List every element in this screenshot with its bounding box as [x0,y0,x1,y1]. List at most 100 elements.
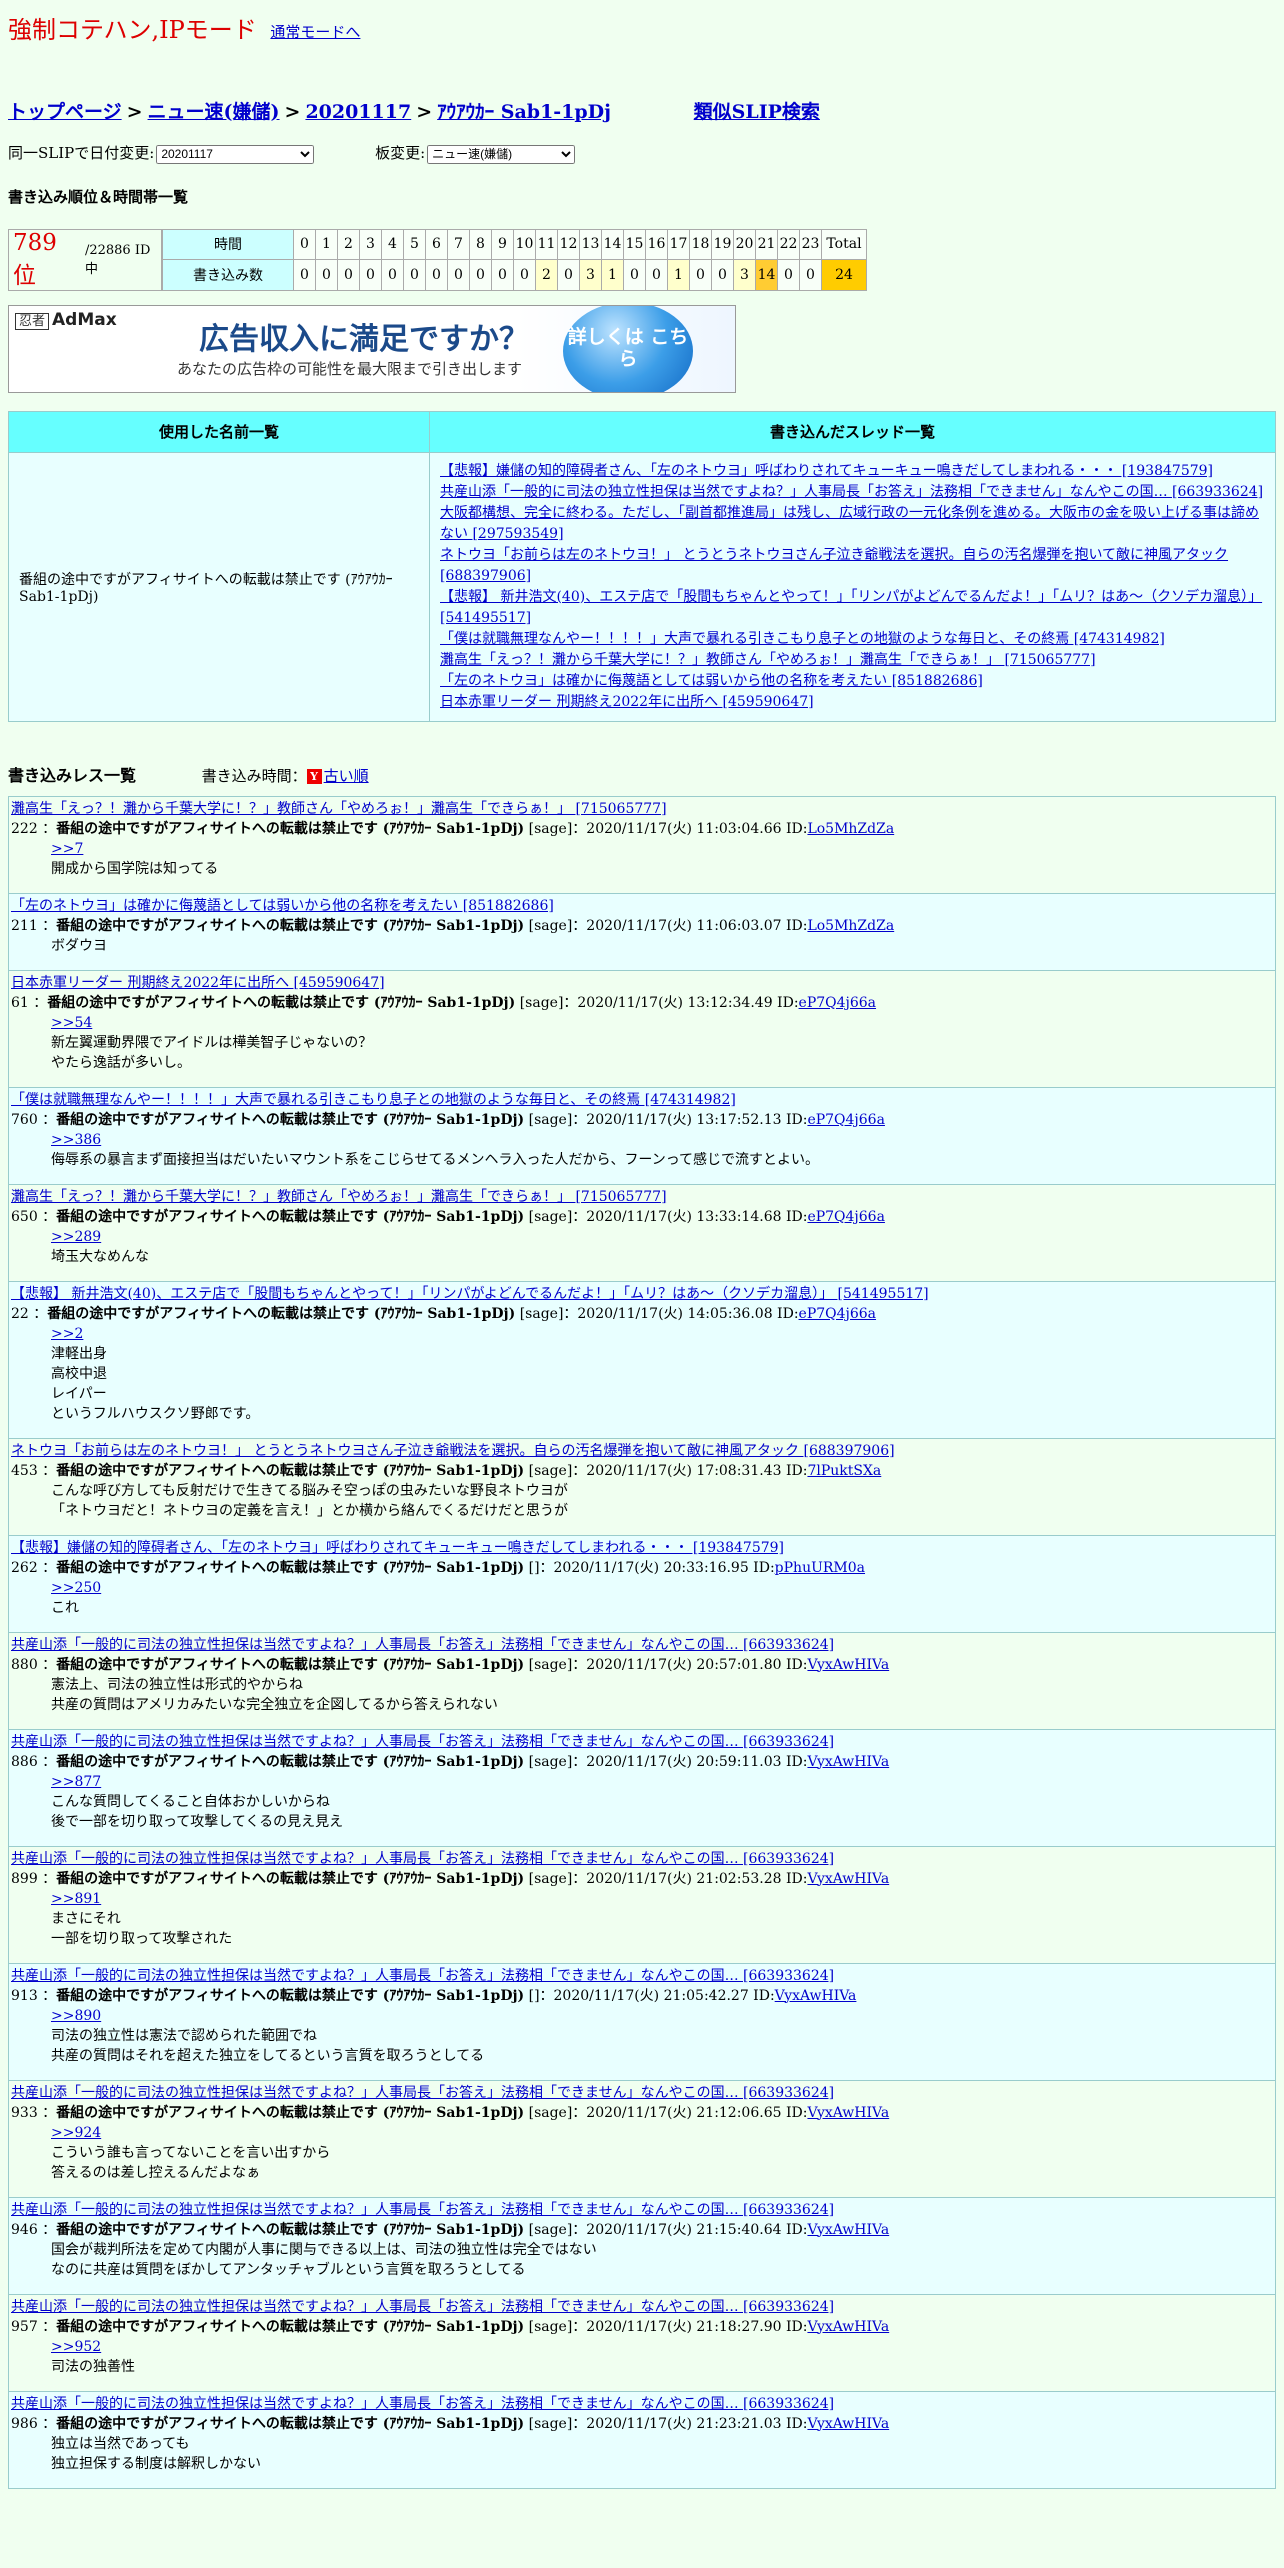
normal-mode-link[interactable]: 通常モードへ [270,23,360,41]
thread-item: 共産山添「一般的に司法の独立性担保は当然ですよね？」人事局長「お答え」法務相「で… [440,482,1265,503]
post-id-link[interactable]: VyxAwHIVa [807,1871,889,1887]
reply-anchor-link[interactable]: >>891 [51,1891,101,1907]
thread-link[interactable]: 灘高生「えっ？！灘から千葉大学に！？」教師さん「やめろぉ！」灘高生「できらぁ！」… [440,652,1096,668]
thread-link[interactable]: 「僕は就職無理なんやー！！！！」大声で暴れる引きこもり息子との地獄のような毎日と… [440,631,1165,647]
breadcrumb-date[interactable]: 20201117 [305,101,411,123]
breadcrumb-top[interactable]: トップページ [8,101,122,123]
post-id-link[interactable]: eP7Q4j66a [807,1209,885,1225]
ad-banner[interactable]: 忍者 AdMax 広告収入に満足ですか？ あなたの広告枠の可能性を最大限まで引き出… [8,304,736,393]
post-thread-link[interactable]: 【悲報】嫌儲の知的障碍者さん、「左のネトウヨ」呼ばわりされてキューキュー鳴きだし… [11,1540,784,1556]
count-cell: 0 [711,259,734,291]
post-thread-link[interactable]: 共産山添「一般的に司法の独立性担保は当然ですよね？」人事局長「お答え」法務相「で… [11,1851,834,1867]
post-author: 番組の途中ですがアフィサイトへの転載は禁止です (ｱｳｱｳｶｰ Sab1-1pD… [56,1559,525,1576]
hourly-table: 時間 0 1 2 3 4 5 6 7 8 9 10 11 12 13 14 15 16 17 18 19 20 21 22 23… [162,228,867,291]
hour-cell: 15 [623,228,646,260]
breadcrumb-slip[interactable]: ｱｳｱｳｶｰ Sab1-1pDj [437,101,611,123]
post-id-link[interactable]: Lo5MhZdZa [807,918,894,934]
post-text-line: 高校中退 [51,1365,107,1382]
post-body: 憲法上、司法の独立性は形式的やからね 共産の質問はアメリカみたいな完全独立を企図し… [11,1675,1273,1715]
thread-link[interactable]: 大阪都構想、完全に終わる。ただし、「副首都推進局」は残し、広域行政の一元化条例を… [440,505,1259,542]
filter-selects: 同一SLIPで日付変更: 20201117 板変更: ニュー速(嫌儲) [8,142,1276,164]
post-header: 886 ：番組の途中ですがアフィサイトへの転載は禁止です (ｱｳｱｳｶｰ Sab… [11,1752,1273,1772]
post-thread-link[interactable]: 共産山添「一般的に司法の独立性担保は当然ですよね？」人事局長「お答え」法務相「で… [11,1968,834,1984]
thread-link[interactable]: 共産山添「一般的に司法の独立性担保は当然ですよね？」人事局長「お答え」法務相「で… [440,484,1263,500]
hour-cell: Total [821,228,867,260]
post-id-link[interactable]: VyxAwHIVa [807,1657,889,1673]
reply-anchor-link[interactable]: >>7 [51,841,83,857]
post-id-link[interactable]: VyxAwHIVa [807,2222,889,2238]
post-author: 番組の途中ですがアフィサイトへの転載は禁止です (ｱｳｱｳｶｰ Sab1-1pD… [56,820,525,837]
post-id-link[interactable]: VyxAwHIVa [807,1754,889,1770]
thread-link[interactable]: ネトウヨ「お前らは左のネトウヨ！」 とうとうネトウヨさん子泣き爺戦法を選択。自ら… [440,547,1228,584]
post-thread-link[interactable]: 共産山添「一般的に司法の独立性担保は当然ですよね？」人事局長「お答え」法務相「で… [11,2299,834,2315]
reply-anchor-link[interactable]: >>54 [51,1015,92,1031]
post-thread-link[interactable]: ネトウヨ「お前らは左のネトウヨ！」 とうとうネトウヨさん子泣き爺戦法を選択。自ら… [11,1443,895,1459]
post-meta: [sage]：2020/11/17(火) 21:15:40.64 ID: [524,2221,808,2238]
count-cell: 0 [513,259,536,291]
oldest-first-link[interactable]: 古い順 [324,767,369,785]
post-text-line: こんな呼び方しても反射だけで生きてる脳みそ空っぽの虫みたいな野良ネトウヨが [51,1482,568,1499]
reply-anchor-link[interactable]: >>890 [51,2008,101,2024]
thread-link[interactable]: 「左のネトウヨ」は確かに侮蔑語としては弱いから他の名称を考えたい [851882… [440,673,983,689]
post-thread-link[interactable]: 共産山添「一般的に司法の独立性担保は当然ですよね？」人事局長「お答え」法務相「で… [11,1637,834,1653]
post-id-link[interactable]: 7lPuktSXa [807,1463,881,1479]
post-body: 国会が裁判所法を定めて内閣が人事に関与できる以上は、司法の独立性は完全ではないな… [11,2240,1273,2280]
reply-anchor-link[interactable]: >>289 [51,1229,101,1245]
post-id-link[interactable]: eP7Q4j66a [807,1112,885,1128]
reply-anchor-link[interactable]: >>250 [51,1580,101,1596]
post-item: 共産山添「一般的に司法の独立性担保は当然ですよね？」人事局長「お答え」法務相「で… [8,2197,1276,2295]
post-thread-link[interactable]: 共産山添「一般的に司法の独立性担保は当然ですよね？」人事局長「お答え」法務相「で… [11,2202,834,2218]
post-id-link[interactable]: VyxAwHIVa [807,2319,889,2335]
post-thread-link[interactable]: 「左のネトウヨ」は確かに侮蔑語としては弱いから他の名称を考えたい [851882… [11,898,554,914]
thread-link[interactable]: 【悲報】 新井浩文(40)、エステ店で「股間もちゃんとやって！」「リンパがよどん… [440,589,1262,626]
post-thread-link[interactable]: 灘高生「えっ？！灘から千葉大学に！？」教師さん「やめろぉ！」灘高生「できらぁ！」… [11,1189,667,1205]
post-header: 946 ：番組の途中ですがアフィサイトへの転載は禁止です (ｱｳｱｳｶｰ Sab… [11,2220,1273,2240]
reply-anchor-link[interactable]: >>952 [51,2339,101,2355]
reply-anchor-link[interactable]: >>2 [51,1326,83,1342]
post-id-link[interactable]: VyxAwHIVa [775,1988,857,2004]
date-select[interactable]: 20201117 [156,144,315,164]
similar-slip-search-link[interactable]: 類似SLIP検索 [694,101,820,123]
post-author: 番組の途中ですがアフィサイトへの転載は禁止です (ｱｳｱｳｶｰ Sab1-1pD… [56,1870,525,1887]
hour-cell: 21 [755,228,778,260]
breadcrumb-board[interactable]: ニュー速(嫌儲) [148,101,280,123]
post-id-link[interactable]: VyxAwHIVa [807,2105,889,2121]
post-thread-link[interactable]: 共産山添「一般的に司法の独立性担保は当然ですよね？」人事局長「お答え」法務相「で… [11,2085,834,2101]
post-text-line: 埼玉大なめんな [51,1248,149,1265]
count-cell: 24 [821,259,867,291]
reply-anchor-link[interactable]: >>924 [51,2125,101,2141]
post-thread-link[interactable]: 「僕は就職無理なんやー！！！！」大声で暴れる引きこもり息子との地獄のような毎日と… [11,1092,736,1108]
post-thread-link[interactable]: 【悲報】 新井浩文(40)、エステ店で「股間もちゃんとやって！」「リンパがよどん… [11,1286,929,1302]
post-header: 899 ：番組の途中ですがアフィサイトへの転載は禁止です (ｱｳｱｳｶｰ Sab… [11,1869,1273,1889]
hour-cell: 14 [601,228,624,260]
reply-anchor-link[interactable]: >>877 [51,1774,101,1790]
post-thread-link[interactable]: 灘高生「えっ？！灘から千葉大学に！？」教師さん「やめろぉ！」灘高生「できらぁ！」… [11,801,667,817]
board-select[interactable]: ニュー速(嫌儲) [427,144,576,164]
thread-link[interactable]: 【悲報】嫌儲の知的障碍者さん、「左のネトウヨ」呼ばわりされてキューキュー鳴きだし… [440,463,1213,479]
post-item: 共産山添「一般的に司法の独立性担保は当然ですよね？」人事局長「お答え」法務相「で… [8,1846,1276,1964]
post-number: 880 ： [11,1656,57,1673]
post-id-link[interactable]: eP7Q4j66a [799,1306,877,1322]
post-item: 【悲報】嫌儲の知的障碍者さん、「左のネトウヨ」呼ばわりされてキューキュー鳴きだし… [8,1535,1276,1633]
count-cell: 1 [601,259,624,291]
post-thread-link[interactable]: 日本赤軍リーダー 刑期終え2022年に出所へ [459590647] [11,975,385,991]
post-thread-link[interactable]: 共産山添「一般的に司法の独立性担保は当然ですよね？」人事局長「お答え」法務相「で… [11,2396,834,2412]
thread-item: 日本赤軍リーダー 刑期終え2022年に出所へ [459590647] [440,692,1265,713]
thread-link[interactable]: 日本赤軍リーダー 刑期終え2022年に出所へ [459590647] [440,694,814,710]
count-cell: 0 [447,259,470,291]
reply-anchor-link[interactable]: >>386 [51,1132,101,1148]
post-thread-link[interactable]: 共産山添「一般的に司法の独立性担保は当然ですよね？」人事局長「お答え」法務相「で… [11,1734,834,1750]
post-number: 222 ： [11,820,57,837]
post-body: >>891 まさにそれ 一部を切り取って攻撃された [11,1889,1273,1949]
post-id-link[interactable]: Lo5MhZdZa [807,821,894,837]
post-meta: [sage]：2020/11/17(火) 21:18:27.90 ID: [524,2318,808,2335]
thread-item: ネトウヨ「お前らは左のネトウヨ！」 とうとうネトウヨさん子泣き爺戦法を選択。自ら… [440,545,1265,587]
post-id-link[interactable]: VyxAwHIVa [807,2416,889,2432]
hour-cell: 5 [403,228,426,260]
post-item: 灘高生「えっ？！灘から千葉大学に！？」教師さん「やめろぉ！」灘高生「できらぁ！」… [8,1184,1276,1282]
post-id-link[interactable]: pPhuURM0a [775,1560,865,1576]
post-id-link[interactable]: eP7Q4j66a [799,995,877,1011]
used-name: 番組の途中ですがアフィサイトへの転載は禁止です (ｱｳｱｳｶｰ Sab1-1pD… [8,451,430,722]
post-header: 880 ：番組の途中ですがアフィサイトへの転載は禁止です (ｱｳｱｳｶｰ Sab… [11,1655,1273,1675]
ad-details-badge[interactable]: 詳しくは こちら [563,305,693,392]
